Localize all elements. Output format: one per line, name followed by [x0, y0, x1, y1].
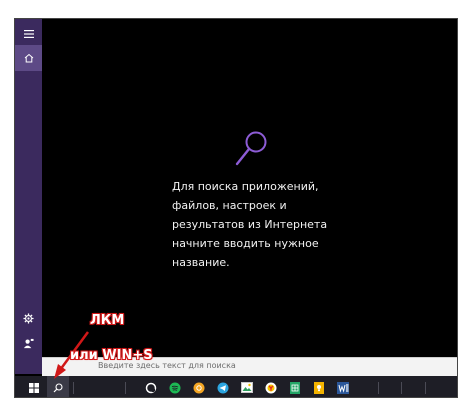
photos-button[interactable] — [237, 376, 257, 397]
cortana-button[interactable] — [141, 376, 161, 397]
yandex-browser-button[interactable] — [261, 376, 281, 397]
spotify-icon — [169, 382, 181, 393]
home-icon — [24, 53, 33, 63]
taskbar-search-button[interactable] — [47, 376, 69, 397]
gear-icon — [23, 312, 34, 324]
sheets-icon — [290, 381, 300, 394]
search-sidebar — [15, 19, 42, 374]
search-icon — [235, 131, 267, 166]
telegram-icon — [217, 382, 229, 393]
notes-icon — [314, 381, 324, 394]
telegram-button[interactable] — [213, 376, 233, 397]
sheets-button[interactable] — [285, 376, 305, 397]
start-button[interactable] — [23, 376, 45, 397]
notes-button[interactable] — [309, 376, 329, 397]
photos-icon — [241, 382, 253, 393]
media-player-button[interactable] — [189, 376, 209, 397]
search-hint-text: Для поиска приложений, файлов, настроек … — [172, 180, 328, 269]
search-results-area: Для поиска приложений, файлов, настроек … — [42, 19, 457, 357]
media-player-icon — [193, 382, 205, 393]
taskbar-separator — [73, 382, 74, 394]
hamburger-icon — [23, 30, 34, 38]
search-window: Для поиска приложений, файлов, настроек … — [14, 18, 458, 398]
annotation-lkm: ЛКМ — [90, 313, 125, 328]
taskbar-separator — [125, 382, 126, 394]
annotation-win-s: или WIN+S — [70, 348, 153, 363]
taskbar-separator — [401, 382, 402, 394]
home-button[interactable] — [15, 45, 42, 71]
windows-start-icon — [29, 382, 39, 393]
spotify-button[interactable] — [165, 376, 185, 397]
cortana-icon — [145, 382, 157, 393]
hamburger-menu-button[interactable] — [15, 21, 42, 47]
search-icon — [53, 382, 63, 392]
word-icon — [337, 381, 349, 394]
taskbar-separator — [425, 382, 426, 394]
feedback-button[interactable] — [15, 330, 42, 356]
settings-button[interactable] — [15, 305, 42, 331]
taskbar-separator — [378, 382, 379, 394]
user-feedback-icon — [23, 338, 34, 348]
yandex-browser-icon — [265, 382, 277, 393]
taskbar — [15, 376, 457, 397]
word-button[interactable] — [333, 376, 353, 397]
